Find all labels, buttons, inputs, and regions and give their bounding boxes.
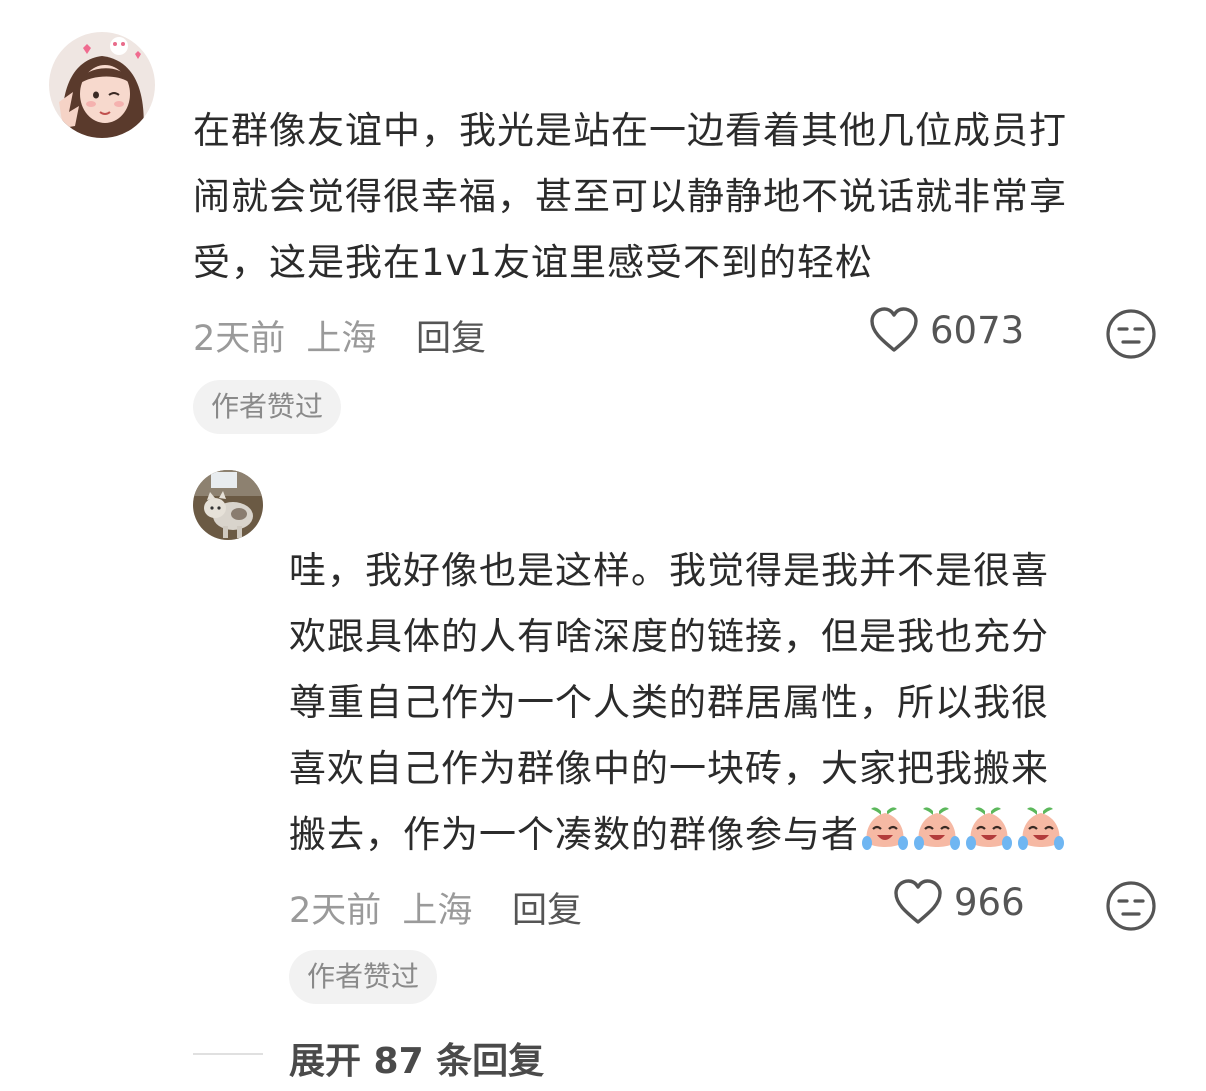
crying-laughing-peach-icon [862,807,908,850]
crying-laughing-peach-icon [1018,807,1064,850]
avatar[interactable] [193,470,263,540]
emoji-group [859,807,1067,856]
comment-line: 在群像友谊中，我光是站在一边看着其他几位成员打 [193,109,1067,152]
author-liked-badge: 作者赞过 [193,380,342,434]
like-button[interactable]: 966 [892,878,1025,926]
crying-laughing-peach-icon [966,807,1012,850]
reply-button[interactable]: 回复 [512,882,582,933]
like-count: 966 [954,880,1025,924]
comment-line: 尊重自己作为一个人类的群居属性，所以我很 [289,681,1049,724]
comment-meta: 2天前 上海 [193,310,376,361]
comment-location: 上海 [402,891,473,931]
unamused-face-icon [1106,309,1156,359]
comment-line: 受，这是我在1v1友谊里感受不到的轻松 [193,241,873,284]
comment-text: 在群像友谊中，我光是站在一边看着其他几位成员打 闹就会觉得很幸福，甚至可以静静地… [193,98,1173,296]
comment-text: 哇，我好像也是这样。我觉得是我并不是很喜 欢跟具体的人有啥深度的链接，但是我也充… [289,538,1169,868]
comment-time: 2天前 [193,319,286,359]
like-button[interactable]: 6073 [868,306,1024,354]
like-count: 6073 [930,308,1025,352]
comment-location: 上海 [306,319,377,359]
comment-line: 闹就会觉得很幸福，甚至可以静静地不说话就非常享 [193,175,1067,218]
dislike-button[interactable] [1105,308,1157,364]
avatar-cat-icon [193,470,263,540]
expand-replies-button[interactable]: 展开 87 条回复 [289,1032,544,1084]
heart-icon [894,879,942,924]
author-liked-badge: 作者赞过 [289,950,438,1004]
avatar[interactable] [49,32,155,138]
crying-laughing-peach-icon [914,807,960,850]
avatar-girl-icon [49,32,155,138]
comment-line: 欢跟具体的人有啥深度的链接，但是我也充分 [289,615,1049,658]
comment-time: 2天前 [289,891,382,931]
comment-line: 哇，我好像也是这样。我觉得是我并不是很喜 [289,549,1049,592]
heart-icon [870,307,918,352]
comment-meta: 2天前 上海 [289,882,472,933]
dislike-button[interactable] [1105,880,1157,936]
comment-line-text: 搬去，作为一个凑数的群像参与者 [289,813,859,856]
comment-line: 喜欢自己作为群像中的一块砖，大家把我搬来 [289,747,1049,790]
unamused-face-icon [1106,881,1156,931]
reply-button[interactable]: 回复 [416,310,486,361]
divider [193,1053,263,1055]
comment-line: 搬去，作为一个凑数的群像参与者 [289,802,1169,868]
